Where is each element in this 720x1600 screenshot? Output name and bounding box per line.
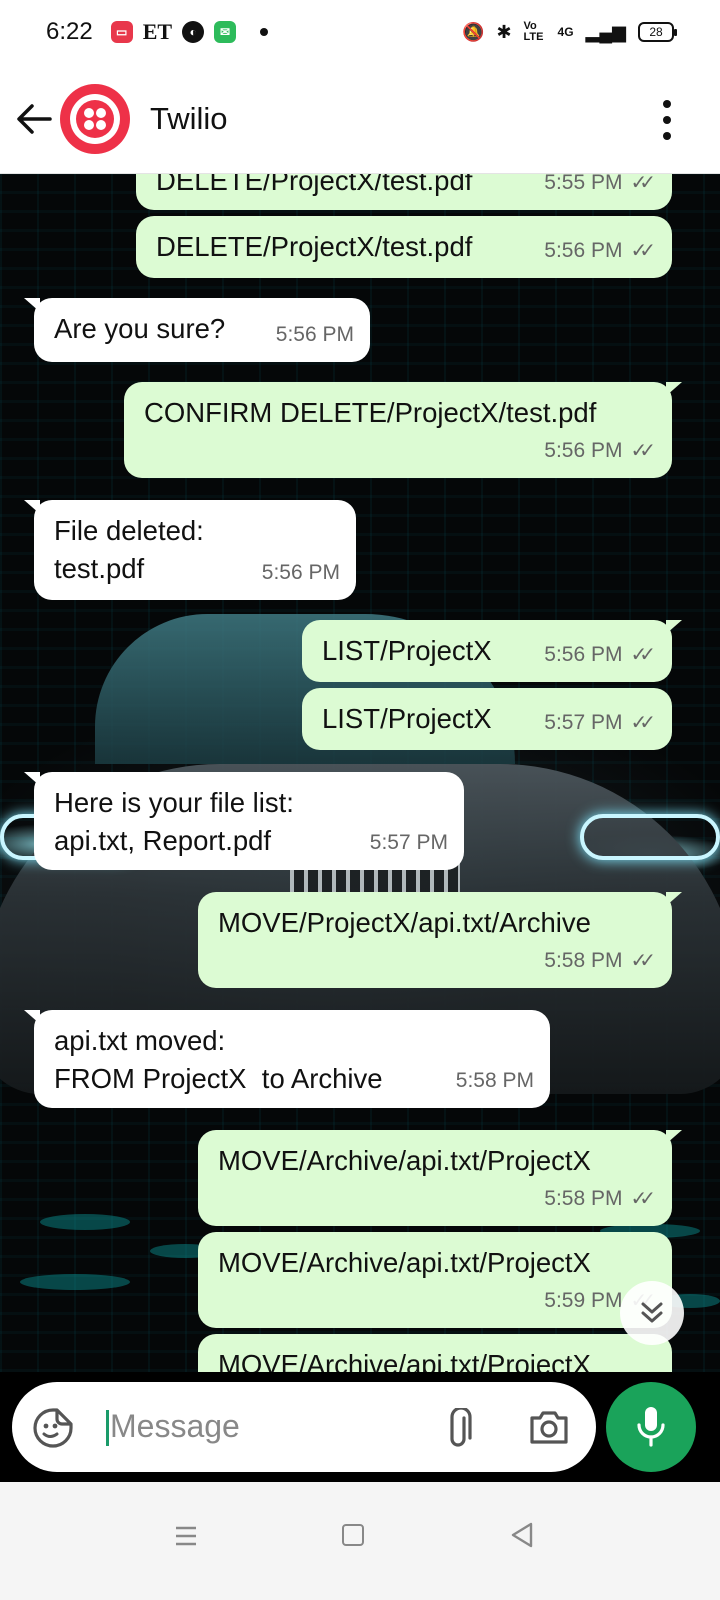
message-time: 5:56 PM	[544, 439, 623, 462]
message-text: MOVE/Archive/api.txt/ProjectX	[218, 1145, 591, 1176]
camera-icon[interactable]	[528, 1408, 570, 1451]
read-receipt-icon: ✓✓	[630, 712, 655, 734]
back-arrow-icon[interactable]	[14, 99, 54, 139]
message-text: DELETE/ProjectX/test.pdf	[156, 174, 473, 196]
read-receipt-icon: ✓✓	[630, 1188, 655, 1210]
message-text: Are you sure?	[54, 313, 226, 344]
attach-paperclip-icon[interactable]	[444, 1406, 474, 1455]
home-icon[interactable]	[342, 1524, 364, 1546]
message-time: 5:56 PM	[544, 643, 623, 666]
network-type: 4G	[557, 25, 574, 39]
double-chevron-down-icon	[641, 1302, 663, 1323]
message-bubble-outgoing[interactable]: MOVE/Archive/api.txt/ProjectX 5:58 PM ✓✓	[198, 1130, 682, 1226]
voice-message-button[interactable]	[606, 1382, 696, 1472]
message-bubble-incoming[interactable]: Here is your file list: api.txt, Report.…	[24, 772, 464, 870]
message-text: Here is your file list: api.txt, Report.…	[54, 787, 294, 856]
message-text: LIST/ProjectX	[322, 635, 492, 666]
browser-icon: ◐	[182, 21, 205, 43]
message-time: 5:57 PM	[369, 831, 448, 854]
composer-bar: Message	[0, 1372, 720, 1482]
chat-header: Twilio	[0, 64, 720, 174]
message-time: 5:56 PM	[261, 561, 340, 584]
status-time: 6:22	[46, 18, 93, 45]
message-bubble-outgoing[interactable]: MOVE/Archive/api.txt/ProjectX 5:59 PM✓✓	[198, 1232, 672, 1328]
message-input-container[interactable]: Message	[12, 1382, 596, 1472]
message-bubble-outgoing[interactable]: LIST/ProjectX 5:57 PM ✓✓	[302, 688, 672, 750]
read-receipt-icon: ✓✓	[630, 440, 655, 462]
read-receipt-icon: ✓✓	[630, 174, 655, 194]
recent-apps-icon[interactable]	[174, 1524, 198, 1553]
chat-messages[interactable]: DELETE/ProjectX/test.pdf 5:55 PM ✓✓ DELET…	[0, 174, 720, 1372]
message-text: File deleted: test.pdf	[54, 515, 204, 584]
message-text: CONFIRM DELETE/ProjectX/test.pdf	[144, 397, 597, 428]
recorder-icon: ▭	[110, 21, 133, 43]
microphone-icon	[637, 1407, 665, 1447]
system-navigation-bar	[0, 1482, 720, 1600]
battery-icon: 28	[638, 22, 677, 42]
et-app-icon: ET	[142, 19, 173, 44]
message-text: MOVE/Archive/api.txt/ProjectX	[218, 1349, 591, 1372]
message-bubble-incoming[interactable]: Are you sure? 5:56 PM	[24, 298, 370, 362]
more-notifications-icon	[260, 28, 269, 36]
message-bubble-incoming[interactable]: api.txt moved: FROM ProjectX to Archive …	[24, 1010, 550, 1108]
read-receipt-icon: ✓✓	[630, 644, 655, 666]
message-time: 5:56 PM	[275, 323, 354, 346]
message-bubble-outgoing[interactable]: DELETE/ProjectX/test.pdf 5:55 PM ✓✓	[136, 174, 672, 210]
bluetooth-icon: ✱	[496, 21, 512, 42]
message-time: 5:56 PM	[544, 239, 623, 262]
scroll-to-bottom-button[interactable]	[620, 1281, 684, 1345]
mute-icon: 🔕	[462, 21, 485, 42]
message-bubble-outgoing[interactable]: LIST/ProjectX 5:56 PM ✓✓	[302, 620, 682, 682]
volte-icon: Vo LTE	[523, 20, 544, 43]
message-time: 5:58 PM	[544, 1187, 623, 1210]
sticker-emoji-icon[interactable]	[32, 1407, 74, 1454]
message-text: DELETE/ProjectX/test.pdf	[156, 231, 473, 262]
message-text: LIST/ProjectX	[322, 703, 492, 734]
notification-icons: ▭ ET ◐ ✉	[110, 19, 269, 44]
system-icons: 🔕 ✱ Vo LTE 4G ▂▄▆ 28	[462, 20, 677, 43]
read-receipt-icon: ✓✓	[630, 950, 655, 972]
message-text: MOVE/Archive/api.txt/ProjectX	[218, 1247, 591, 1278]
status-bar: 6:22 ▭ ET ◐ ✉ 🔕 ✱ Vo LTE 4G ▂▄▆ 28	[0, 0, 720, 64]
message-input[interactable]: Message	[110, 1408, 240, 1445]
signal-icon: ▂▄▆	[585, 21, 626, 42]
message-time: 5:58 PM	[544, 949, 623, 972]
message-time: 5:55 PM	[544, 174, 623, 194]
message-time: 5:59 PM	[544, 1289, 623, 1312]
message-bubble-incoming[interactable]: File deleted: test.pdf 5:56 PM	[24, 500, 356, 600]
wallpaper-headlight-right	[580, 814, 720, 860]
read-receipt-icon: ✓✓	[630, 240, 655, 262]
message-time: 5:57 PM	[544, 711, 623, 734]
message-bubble-outgoing[interactable]: DELETE/ProjectX/test.pdf 5:56 PM ✓✓	[136, 216, 672, 278]
message-text: api.txt moved: FROM ProjectX to Archive	[54, 1025, 383, 1094]
avatar[interactable]	[60, 83, 130, 154]
contact-name[interactable]: Twilio	[150, 101, 228, 137]
more-options-icon[interactable]	[660, 100, 674, 140]
messages-icon: ✉	[214, 21, 237, 43]
message-bubble-outgoing[interactable]: MOVE/Archive/api.txt/ProjectX	[198, 1334, 672, 1372]
text-caret	[106, 1410, 109, 1446]
message-time: 5:58 PM	[455, 1069, 534, 1092]
message-text: MOVE/ProjectX/api.txt/Archive	[218, 907, 591, 938]
message-bubble-outgoing[interactable]: MOVE/ProjectX/api.txt/Archive 5:58 PM ✓✓	[198, 892, 682, 988]
nav-back-icon[interactable]	[510, 1522, 534, 1553]
message-bubble-outgoing[interactable]: CONFIRM DELETE/ProjectX/test.pdf 5:56 PM…	[124, 382, 682, 478]
